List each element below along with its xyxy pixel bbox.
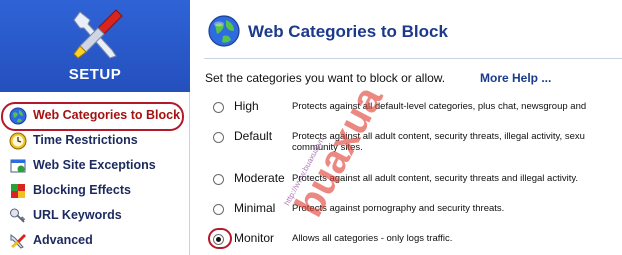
radio-moderate[interactable] xyxy=(213,174,224,185)
clock-icon xyxy=(9,132,27,150)
radio-minimal[interactable] xyxy=(213,204,224,215)
option-label: Monitor xyxy=(234,231,275,245)
setup-tools-icon xyxy=(73,9,123,59)
setup-header: SETUP xyxy=(0,0,190,92)
sidebar-item-label: Time Restrictions xyxy=(33,133,138,147)
setup-title: SETUP xyxy=(68,66,122,83)
main-content: Web Categories to Block Set the categori… xyxy=(196,0,622,255)
globe-icon xyxy=(208,15,240,47)
tools-icon xyxy=(10,234,26,249)
option-label: High xyxy=(234,99,259,113)
active-item-highlight xyxy=(1,102,184,131)
title-divider xyxy=(204,58,622,59)
option-description: Protects against all default-level categ… xyxy=(292,101,587,112)
page-title: Web Categories to Block xyxy=(248,22,448,41)
sidebar-item-web-site-exceptions[interactable]: Web Site Exceptions xyxy=(0,154,190,178)
option-label: Default xyxy=(234,129,273,143)
more-help-link[interactable]: More Help ... xyxy=(480,71,551,85)
sidebar-item-label: Blocking Effects xyxy=(33,183,131,197)
radio-high[interactable] xyxy=(213,102,224,113)
option-label: Moderate xyxy=(234,171,285,185)
option-label: Minimal xyxy=(234,201,276,215)
sidebar-item-blocking-effects[interactable]: Blocking Effects xyxy=(0,179,190,203)
sidebar-item-label: URL Keywords xyxy=(33,208,122,222)
option-description: Allows all categories - only logs traffi… xyxy=(292,233,453,244)
selected-option-highlight xyxy=(208,228,232,249)
option-description: Protects against pornography and securit… xyxy=(292,203,505,214)
sidebar-item-advanced[interactable]: Advanced xyxy=(0,229,190,253)
sidebar-item-label: Web Site Exceptions xyxy=(33,158,156,172)
option-description: Protects against all adult content, secu… xyxy=(292,131,585,153)
sidebar: SETUP Web Categories to Block Time Restr… xyxy=(0,0,190,255)
exceptions-icon xyxy=(10,159,26,173)
sidebar-item-label: Advanced xyxy=(33,233,93,247)
radio-default[interactable] xyxy=(213,132,224,143)
instruction-text: Set the categories you want to block or … xyxy=(205,71,446,85)
blocking-effects-icon xyxy=(11,184,25,198)
sidebar-item-time-restrictions[interactable]: Time Restrictions xyxy=(0,129,190,153)
sidebar-item-url-keywords[interactable]: URL Keywords xyxy=(0,204,190,228)
key-icon xyxy=(10,208,26,223)
option-description: Protects against all adult content, secu… xyxy=(292,173,579,184)
